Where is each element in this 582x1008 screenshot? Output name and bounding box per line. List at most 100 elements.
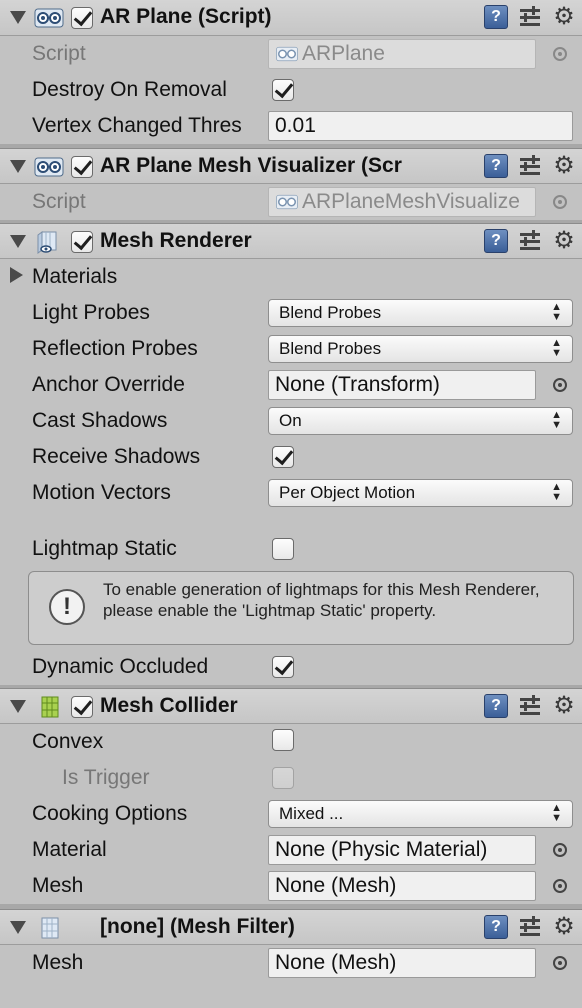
object-picker-icon[interactable] bbox=[553, 378, 567, 392]
dropdown-value: Blend Probes bbox=[279, 339, 382, 358]
dropdown-value: On bbox=[279, 411, 302, 430]
property-label: Script bbox=[32, 190, 86, 213]
script-object-value: ARPlaneMeshVisualize bbox=[302, 190, 520, 213]
property-label: Lightmap Static bbox=[32, 537, 177, 560]
property-row-script: Script ARPlaneMeshVisualize bbox=[0, 184, 582, 220]
foldout-arrow-icon[interactable] bbox=[10, 11, 26, 24]
presets-icon[interactable] bbox=[518, 154, 542, 178]
presets-icon[interactable] bbox=[518, 229, 542, 253]
component-title: AR Plane (Script) bbox=[100, 5, 272, 28]
gear-icon[interactable]: ⚙ bbox=[552, 154, 576, 178]
component-enabled-checkbox[interactable] bbox=[71, 231, 93, 253]
mesh-collider-icon bbox=[41, 696, 59, 718]
light-probes-dropdown[interactable]: Blend Probes ▲ ▼ bbox=[268, 299, 573, 327]
component-header-mesh-collider[interactable]: Mesh Collider ? ⚙ bbox=[0, 688, 582, 724]
foldout-arrow-icon[interactable] bbox=[10, 700, 26, 713]
property-row-convex: Convex bbox=[0, 724, 582, 760]
dropdown-arrows-icon: ▲ ▼ bbox=[551, 409, 562, 431]
material-object-field[interactable]: None (Physic Material) bbox=[268, 835, 536, 865]
dropdown-arrows-icon: ▲ ▼ bbox=[551, 802, 562, 824]
foldout-arrow-icon[interactable] bbox=[10, 160, 26, 173]
dynamic-occluded-checkbox[interactable] bbox=[272, 656, 294, 678]
motion-vectors-dropdown[interactable]: Per Object Motion ▲ ▼ bbox=[268, 479, 573, 507]
materials-foldout-label[interactable]: Materials bbox=[32, 265, 117, 289]
script-icon bbox=[34, 157, 64, 177]
property-label: Cooking Options bbox=[32, 802, 188, 825]
help-icon[interactable]: ? bbox=[484, 915, 508, 939]
gear-icon[interactable]: ⚙ bbox=[552, 5, 576, 29]
property-label: Reflection Probes bbox=[32, 337, 198, 360]
mesh-object-field[interactable]: None (Mesh) bbox=[268, 871, 536, 901]
anchor-override-object-field[interactable]: None (Transform) bbox=[268, 370, 536, 400]
component-title: [none] (Mesh Filter) bbox=[100, 915, 295, 938]
property-row-reflection-probes: Reflection Probes Blend Probes ▲ ▼ bbox=[0, 331, 582, 367]
component-enabled-checkbox[interactable] bbox=[71, 156, 93, 178]
presets-icon[interactable] bbox=[518, 915, 542, 939]
destroy-on-removal-checkbox[interactable] bbox=[272, 79, 294, 101]
receive-shadows-checkbox[interactable] bbox=[272, 446, 294, 468]
property-label: Mesh bbox=[32, 951, 84, 974]
property-label: Destroy On Removal bbox=[32, 78, 227, 101]
lightmap-help-box: ! To enable generation of lightmaps for … bbox=[28, 571, 574, 645]
gear-icon[interactable]: ⚙ bbox=[552, 229, 576, 253]
component-header-mesh-filter[interactable]: [none] (Mesh Filter) ? ⚙ bbox=[0, 909, 582, 945]
script-object-field[interactable]: ARPlaneMeshVisualize bbox=[268, 187, 536, 217]
foldout-arrow-icon[interactable] bbox=[10, 921, 26, 934]
component-enabled-checkbox[interactable] bbox=[71, 696, 93, 718]
gear-icon[interactable]: ⚙ bbox=[552, 915, 576, 939]
component-enabled-checkbox[interactable] bbox=[71, 7, 93, 29]
property-row-materials[interactable]: Materials bbox=[0, 259, 582, 295]
cooking-options-dropdown[interactable]: Mixed ... ▲ ▼ bbox=[268, 800, 573, 828]
object-picker-icon bbox=[553, 195, 567, 209]
property-row-is-trigger: Is Trigger bbox=[0, 760, 582, 796]
property-label: Material bbox=[32, 838, 107, 861]
gear-icon[interactable]: ⚙ bbox=[552, 694, 576, 718]
script-object-field[interactable]: ARPlane bbox=[268, 39, 536, 69]
property-row-cast-shadows: Cast Shadows On ▲ ▼ bbox=[0, 403, 582, 439]
help-icon[interactable]: ? bbox=[484, 229, 508, 253]
reflection-probes-dropdown[interactable]: Blend Probes ▲ ▼ bbox=[268, 335, 573, 363]
component-header-mesh-renderer[interactable]: Mesh Renderer ? ⚙ bbox=[0, 223, 582, 259]
property-row-motion-vectors: Motion Vectors Per Object Motion ▲ ▼ bbox=[0, 475, 582, 511]
script-icon bbox=[276, 47, 298, 62]
property-label: Convex bbox=[32, 730, 104, 753]
foldout-arrow-icon[interactable] bbox=[10, 267, 23, 283]
warning-icon: ! bbox=[49, 589, 85, 625]
help-message: To enable generation of lightmaps for th… bbox=[103, 580, 540, 620]
property-row-anchor-override: Anchor Override None (Transform) bbox=[0, 367, 582, 403]
convex-checkbox[interactable] bbox=[272, 729, 294, 751]
property-label: Anchor Override bbox=[32, 373, 185, 396]
help-icon[interactable]: ? bbox=[484, 5, 508, 29]
cast-shadows-dropdown[interactable]: On ▲ ▼ bbox=[268, 407, 573, 435]
inspector-panel: AR Plane (Script) ? ⚙ Script ARPlane Des… bbox=[0, 0, 582, 1008]
dropdown-value: Per Object Motion bbox=[279, 483, 416, 502]
property-row-material: Material None (Physic Material) bbox=[0, 832, 582, 868]
foldout-arrow-icon[interactable] bbox=[10, 235, 26, 248]
component-header-ar-plane-mesh-visualizer[interactable]: AR Plane Mesh Visualizer (Scr ? ⚙ bbox=[0, 148, 582, 184]
dropdown-arrows-icon: ▲ ▼ bbox=[551, 481, 562, 503]
mesh-object-field[interactable]: None (Mesh) bbox=[268, 948, 536, 978]
property-row-destroy-on-removal: Destroy On Removal bbox=[0, 72, 582, 108]
object-picker-icon[interactable] bbox=[553, 843, 567, 857]
vertex-changed-threshold-input[interactable]: 0.01 bbox=[268, 111, 573, 141]
property-label: Vertex Changed Thres bbox=[32, 114, 242, 137]
help-icon[interactable]: ? bbox=[484, 694, 508, 718]
property-row-receive-shadows: Receive Shadows bbox=[0, 439, 582, 475]
property-label: Script bbox=[32, 42, 86, 65]
property-label: Light Probes bbox=[32, 301, 150, 324]
script-object-value: ARPlane bbox=[302, 42, 385, 65]
property-label: Cast Shadows bbox=[32, 409, 168, 432]
presets-icon[interactable] bbox=[518, 694, 542, 718]
component-title: Mesh Renderer bbox=[100, 229, 252, 252]
component-header-ar-plane[interactable]: AR Plane (Script) ? ⚙ bbox=[0, 0, 582, 36]
dropdown-value: Mixed ... bbox=[279, 804, 344, 823]
mesh-renderer-icon bbox=[37, 231, 57, 254]
object-picker-icon[interactable] bbox=[553, 956, 567, 970]
help-icon[interactable]: ? bbox=[484, 154, 508, 178]
is-trigger-checkbox bbox=[272, 767, 294, 789]
presets-icon[interactable] bbox=[518, 5, 542, 29]
object-picker-icon[interactable] bbox=[553, 879, 567, 893]
mesh-filter-icon bbox=[41, 917, 59, 939]
lightmap-static-checkbox[interactable] bbox=[272, 538, 294, 560]
